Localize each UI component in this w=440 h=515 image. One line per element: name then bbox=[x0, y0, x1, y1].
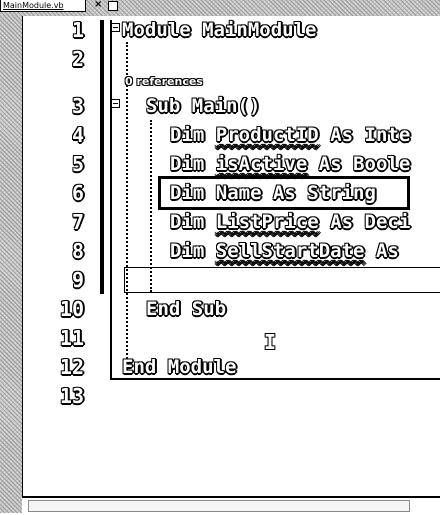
line-number: 8 bbox=[71, 239, 84, 263]
document-tab[interactable]: MainModule.vb bbox=[0, 0, 86, 12]
line-number: 1 bbox=[71, 18, 84, 42]
line-number: 10 bbox=[59, 297, 84, 321]
line-number: 12 bbox=[59, 355, 84, 379]
line-number: 11 bbox=[59, 326, 84, 350]
line-number: 6 bbox=[71, 181, 84, 205]
selection-highlight bbox=[158, 176, 410, 210]
current-line-highlight bbox=[124, 267, 440, 293]
code-text: As Inte bbox=[330, 124, 411, 146]
code-line-3[interactable]: Sub Main() bbox=[146, 94, 260, 118]
identifier: SellStartDate bbox=[215, 240, 365, 262]
line-number: 3 bbox=[71, 94, 84, 118]
code-line-5[interactable]: Dim isActive As Boole bbox=[170, 152, 410, 176]
document-tab-strip: MainModule.vb × bbox=[0, 0, 440, 16]
line-number: 4 bbox=[71, 123, 84, 147]
identifier: isActive bbox=[215, 153, 308, 175]
keyword: Dim bbox=[170, 124, 205, 146]
code-text: As bbox=[375, 240, 399, 262]
left-tool-margin bbox=[0, 16, 22, 513]
text-cursor-icon: I bbox=[264, 330, 277, 354]
indent-guide bbox=[126, 42, 128, 362]
line-number: 2 bbox=[71, 47, 84, 71]
outline-bar bbox=[110, 20, 112, 380]
keyword: Dim bbox=[170, 211, 205, 233]
horizontal-scrollbar[interactable] bbox=[22, 496, 440, 515]
keyword: Dim bbox=[170, 240, 205, 262]
code-text: As Boole bbox=[318, 153, 411, 175]
code-line-12[interactable]: End Module bbox=[122, 355, 236, 379]
tab-pin-icon[interactable] bbox=[108, 1, 118, 11]
collapse-module-icon[interactable] bbox=[111, 23, 120, 32]
keyword: Dim bbox=[170, 153, 205, 175]
identifier: ListPrice bbox=[215, 211, 319, 233]
code-line-1[interactable]: Module MainModule bbox=[122, 18, 316, 42]
change-tracking-bar bbox=[100, 20, 104, 294]
code-line-8[interactable]: Dim SellStartDate As bbox=[170, 239, 399, 263]
code-text: As Deci bbox=[330, 211, 411, 233]
line-number: 7 bbox=[71, 210, 84, 234]
scrollbar-thumb[interactable] bbox=[28, 500, 410, 512]
code-line-4[interactable]: Dim ProductID As Inte bbox=[170, 123, 410, 147]
collapse-sub-icon[interactable] bbox=[111, 99, 120, 108]
code-line-10[interactable]: End Sub bbox=[146, 297, 226, 321]
line-number: 13 bbox=[59, 384, 84, 408]
identifier: ProductID bbox=[215, 124, 319, 146]
code-line-7[interactable]: Dim ListPrice As Deci bbox=[170, 210, 410, 234]
codelens-references[interactable]: 0 references bbox=[125, 75, 203, 88]
line-number: 9 bbox=[71, 268, 84, 292]
tab-close-icon[interactable]: × bbox=[94, 0, 102, 10]
line-number: 5 bbox=[71, 152, 84, 176]
